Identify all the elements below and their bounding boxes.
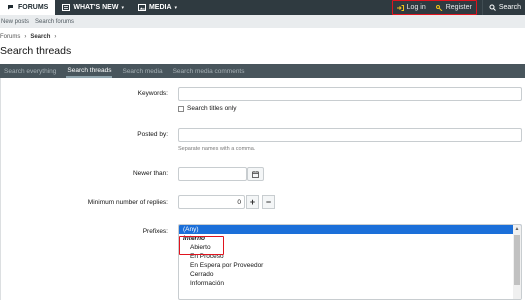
nav-search-button[interactable]: Search xyxy=(481,0,525,15)
auth-highlight-box: Log in Register xyxy=(391,0,477,15)
calendar-button[interactable] xyxy=(247,167,264,181)
nav-tab-forums[interactable]: FORUMS xyxy=(0,0,56,15)
checkbox-box[interactable] xyxy=(178,105,184,112)
search-icon xyxy=(489,4,496,11)
posted-by-hint: Separate names with a comma. xyxy=(178,146,256,152)
increment-button[interactable]: + xyxy=(246,195,259,209)
keywords-label: Keywords: xyxy=(137,90,168,97)
page-title: Search threads xyxy=(0,45,72,57)
login-label: Log in xyxy=(406,4,426,11)
min-replies-value: 0 xyxy=(237,198,241,206)
list-icon xyxy=(62,4,71,11)
new-posts-link[interactable]: New posts xyxy=(1,19,29,25)
highlight-box xyxy=(179,236,224,255)
nav-tab-media[interactable]: MEDIA ▾ xyxy=(131,0,184,15)
search-forums-link[interactable]: Search forums xyxy=(35,19,74,25)
min-replies-input[interactable]: 0 xyxy=(178,195,245,209)
newer-than-input[interactable] xyxy=(178,167,247,181)
nav-tab-media-label: MEDIA xyxy=(148,4,172,11)
titles-only-checkbox[interactable]: Search titles only xyxy=(178,105,237,112)
sign-in-icon xyxy=(396,4,404,11)
nav-right: Log in Register Search xyxy=(391,0,525,15)
prefix-option[interactable]: (Any) xyxy=(179,225,521,234)
breadcrumb-search[interactable]: Search xyxy=(30,34,50,40)
prefix-option[interactable]: Cerrado xyxy=(179,270,521,279)
key-icon xyxy=(435,4,443,11)
register-link[interactable]: Register xyxy=(435,4,472,11)
sub-nav: New posts Search forums xyxy=(0,15,525,28)
tab-search-media[interactable]: Search media xyxy=(122,64,162,78)
breadcrumb-separator: › xyxy=(54,34,57,40)
keywords-input[interactable] xyxy=(178,87,522,101)
tab-search-everything[interactable]: Search everything xyxy=(4,64,56,78)
minus-icon: − xyxy=(265,197,272,207)
prefix-group: Interno xyxy=(183,235,206,242)
breadcrumb-forums[interactable]: Forums xyxy=(0,34,20,40)
search-form: Keywords: Search titles only Posted by: … xyxy=(0,78,525,300)
login-link[interactable]: Log in xyxy=(396,4,426,11)
prefix-option[interactable]: En Proceso xyxy=(179,252,521,261)
nav-tab-whats-new-label: WHAT'S NEW xyxy=(73,4,119,11)
scroll-thumb[interactable] xyxy=(514,235,520,285)
decrement-button[interactable]: − xyxy=(262,195,275,209)
newer-than-label: Newer than: xyxy=(132,170,168,177)
titles-only-label: Search titles only xyxy=(187,105,237,112)
image-icon xyxy=(137,4,146,11)
chevron-down-icon: ▾ xyxy=(174,4,178,11)
posted-by-input[interactable] xyxy=(178,128,522,142)
chevron-down-icon: ▾ xyxy=(121,4,124,11)
prefix-option[interactable]: En Espera por Proveedor xyxy=(179,261,521,270)
nav-search-label: Search xyxy=(498,4,521,11)
listbox-scrollbar[interactable]: ▲ xyxy=(513,225,521,299)
breadcrumb-separator: › xyxy=(24,34,27,40)
search-tabs: Search everything Search threads Search … xyxy=(0,64,525,78)
calendar-icon xyxy=(252,170,259,178)
register-label: Register xyxy=(445,4,472,11)
nav-tab-forums-label: FORUMS xyxy=(18,4,49,11)
nav-tab-whats-new[interactable]: WHAT'S NEW ▾ xyxy=(55,0,131,15)
tab-search-threads[interactable]: Search threads xyxy=(66,64,113,78)
posted-by-label: Posted by: xyxy=(137,131,168,138)
prefix-option[interactable]: Información xyxy=(179,279,521,288)
prefixes-listbox[interactable]: (Any) Interno Abierto En Proceso En Espe… xyxy=(178,224,522,300)
scroll-up-icon[interactable]: ▲ xyxy=(513,225,521,233)
min-replies-label: Minimum number of replies: xyxy=(87,199,168,206)
breadcrumb: Forums › Search › xyxy=(0,34,56,40)
plus-icon: + xyxy=(249,197,256,207)
tab-search-media-comments[interactable]: Search media comments xyxy=(173,64,245,78)
prefixes-label: Prefixes: xyxy=(142,228,168,235)
top-nav: FORUMS WHAT'S NEW ▾ MEDIA ▾ Log in Regis… xyxy=(0,0,525,15)
prefix-option[interactable]: Abierto xyxy=(179,243,521,252)
comments-icon xyxy=(8,5,13,10)
